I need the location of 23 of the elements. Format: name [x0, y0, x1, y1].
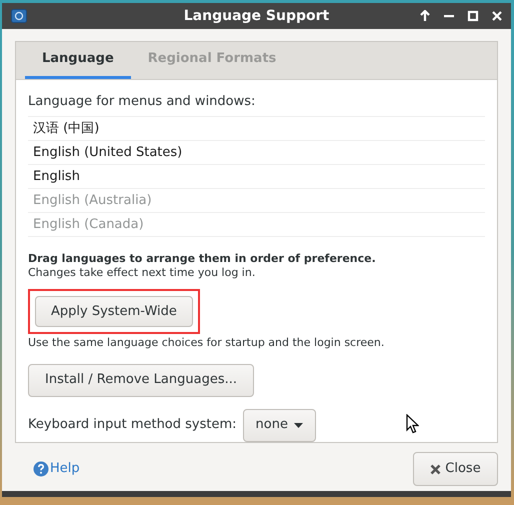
- install-button[interactable]: Install / Remove Languages...: [28, 364, 254, 396]
- hint-text: Changes take effect next time you log in.: [28, 266, 256, 280]
- window-title: Language Support: [184, 6, 330, 26]
- help-icon: [33, 461, 49, 477]
- input-method-label: Keyboard input method system:: [28, 416, 237, 434]
- note-text: Use the same language choices for startup and the login screen.: [28, 335, 386, 351]
- close-icon: [430, 464, 442, 474]
- caret-icon: [294, 422, 303, 428]
- arrow-up-icon[interactable]: [419, 10, 431, 22]
- input-method-dropdown[interactable]: none: [242, 408, 316, 442]
- hint-text: Drag languages to arrange them in order of preference.: [28, 252, 377, 266]
- language-item[interactable]: English (United States): [28, 141, 485, 165]
- apply-button[interactable]: Apply System-Wide: [35, 296, 193, 327]
- close-icon[interactable]: [491, 10, 503, 22]
- app-icon: [11, 9, 27, 23]
- close-button[interactable]: Close: [413, 452, 498, 486]
- section-label: Language for menus and windows:: [28, 93, 256, 110]
- mouse-pointer-icon: [406, 414, 419, 434]
- tab[interactable]: Language: [25, 42, 131, 79]
- help-link[interactable]: Help: [33, 459, 80, 479]
- maximize-icon[interactable]: [467, 10, 479, 22]
- language-item[interactable]: 汉语 (中国): [28, 117, 485, 141]
- language-item[interactable]: English: [28, 165, 485, 189]
